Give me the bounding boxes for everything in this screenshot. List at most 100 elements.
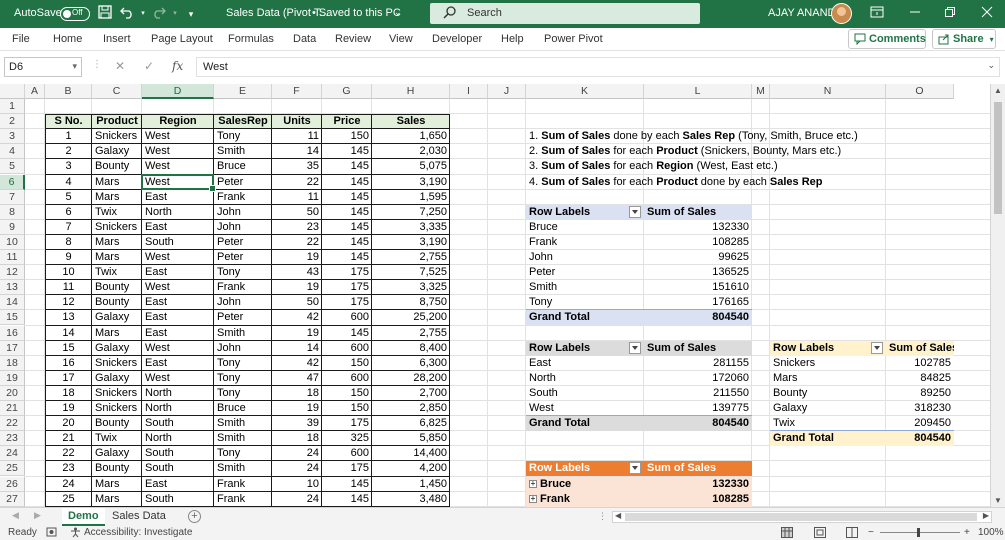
pivot-row-value[interactable]: 132330 — [644, 220, 752, 235]
table-cell[interactable]: 145 — [322, 159, 372, 174]
column-header-d[interactable]: D — [142, 84, 214, 99]
row-header-15[interactable]: 15 — [0, 310, 25, 326]
table-cell[interactable]: 21 — [45, 431, 92, 446]
table-header[interactable]: Sales — [372, 114, 450, 130]
user-name[interactable]: AJAY ANAND — [768, 7, 835, 19]
table-cell[interactable]: Tony — [214, 265, 272, 280]
pivot-row-label[interactable]: Frank — [526, 235, 644, 250]
row-header-6[interactable]: 6 — [0, 174, 25, 190]
table-cell[interactable]: 11 — [272, 129, 322, 144]
pivot-header-value[interactable]: Sum of Sales — [886, 340, 954, 356]
table-cell[interactable]: Smith — [214, 416, 272, 431]
table-cell[interactable]: Bounty — [92, 416, 142, 431]
table-header[interactable]: Region — [142, 114, 214, 130]
table-cell[interactable]: North — [142, 205, 214, 220]
table-cell[interactable]: Smith — [214, 326, 272, 341]
pivot-grand-total-value[interactable]: 804540 — [886, 431, 954, 447]
table-cell[interactable]: Mars — [92, 175, 142, 190]
row-header-17[interactable]: 17 — [0, 340, 25, 356]
table-cell[interactable]: 18 — [272, 431, 322, 446]
pivot-row-label[interactable]: John — [526, 250, 644, 265]
row-header-20[interactable]: 20 — [0, 385, 25, 401]
table-cell[interactable]: Tony — [214, 371, 272, 386]
table-cell[interactable]: Frank — [214, 280, 272, 295]
pivot-grand-total-value[interactable]: 804540 — [644, 310, 752, 326]
table-cell[interactable]: 28,200 — [372, 371, 450, 386]
table-cell[interactable]: Bruce — [214, 159, 272, 174]
row-header-21[interactable]: 21 — [0, 401, 25, 417]
table-cell[interactable]: Peter — [214, 175, 272, 190]
enter-icon[interactable]: ✓ — [144, 59, 154, 73]
table-cell[interactable]: 150 — [322, 401, 372, 416]
table-cell[interactable]: 175 — [322, 416, 372, 431]
table-cell[interactable]: North — [142, 431, 214, 446]
table-cell[interactable]: East — [142, 310, 214, 325]
ribbon-display-options-icon[interactable] — [868, 5, 886, 23]
pivot-header-value[interactable]: Sum of Sales — [644, 204, 752, 220]
table-cell[interactable]: 145 — [322, 175, 372, 190]
scroll-down-icon[interactable]: ▼ — [993, 496, 1003, 505]
tab-insert[interactable]: Insert — [103, 33, 131, 45]
table-cell[interactable]: 20 — [45, 416, 92, 431]
table-cell[interactable]: 16 — [45, 356, 92, 371]
table-cell[interactable]: 15 — [45, 341, 92, 356]
table-cell[interactable]: 23 — [272, 220, 322, 235]
tab-formulas[interactable]: Formulas — [228, 33, 274, 45]
table-cell[interactable]: 3,480 — [372, 492, 450, 507]
table-cell[interactable]: 25 — [45, 492, 92, 507]
restore-icon[interactable] — [941, 5, 959, 23]
table-cell[interactable]: 24 — [45, 477, 92, 492]
formula-input[interactable]: West ⌄ — [196, 57, 1000, 77]
next-sheet-icon[interactable]: ▶ — [34, 510, 41, 521]
table-cell[interactable]: Mars — [92, 326, 142, 341]
table-cell[interactable]: 42 — [272, 356, 322, 371]
filter-dropdown-icon[interactable] — [629, 205, 641, 218]
row-header-27[interactable]: 27 — [0, 491, 25, 507]
table-cell[interactable]: 19 — [272, 326, 322, 341]
pivot-row-value[interactable]: 172060 — [644, 371, 752, 386]
table-cell[interactable]: John — [214, 295, 272, 310]
tab-review[interactable]: Review — [335, 33, 371, 45]
filter-dropdown-icon[interactable] — [871, 341, 883, 354]
save-icon[interactable] — [96, 5, 114, 23]
table-cell[interactable]: 14 — [45, 326, 92, 341]
table-cell[interactable]: 39 — [272, 416, 322, 431]
tab-help[interactable]: Help — [501, 33, 524, 45]
tab-developer[interactable]: Developer — [432, 33, 482, 45]
pivot-row-value[interactable]: 139775 — [644, 401, 752, 416]
table-cell[interactable]: 24 — [272, 461, 322, 476]
pivot-row-label[interactable]: Bruce + — [526, 476, 644, 492]
pivot-row-label[interactable]: Tony — [526, 295, 644, 310]
table-cell[interactable]: Tony — [214, 129, 272, 144]
avatar[interactable] — [831, 3, 852, 24]
previous-sheet-icon[interactable]: ◀ — [12, 510, 19, 521]
tab-power-pivot[interactable]: Power Pivot — [544, 33, 603, 45]
zoom-slider[interactable] — [880, 532, 960, 533]
table-cell[interactable]: West — [142, 371, 214, 386]
table-cell[interactable]: 23 — [45, 461, 92, 476]
table-cell[interactable]: Smith — [214, 431, 272, 446]
table-cell[interactable]: 8,750 — [372, 295, 450, 310]
pivot-row-value[interactable]: 151610 — [644, 280, 752, 295]
table-cell[interactable]: West — [142, 250, 214, 265]
accessibility-icon[interactable] — [70, 527, 81, 540]
table-cell[interactable]: 14 — [272, 144, 322, 159]
filter-dropdown-icon[interactable] — [629, 462, 641, 475]
table-cell[interactable]: 7,525 — [372, 265, 450, 280]
row-header-5[interactable]: 5 — [0, 159, 25, 175]
pivot-grand-total-value[interactable]: 804540 — [644, 416, 752, 432]
table-cell[interactable]: Mars — [92, 492, 142, 507]
pivot-row-label[interactable]: Galaxy — [770, 401, 886, 416]
table-cell[interactable]: Smith — [214, 461, 272, 476]
table-cell[interactable]: 19 — [272, 250, 322, 265]
table-cell[interactable]: Frank — [214, 190, 272, 205]
accessibility-status[interactable]: Accessibility: Investigate — [84, 527, 192, 538]
table-cell[interactable]: 24 — [272, 446, 322, 461]
table-cell[interactable]: 600 — [322, 446, 372, 461]
table-cell[interactable]: 145 — [322, 235, 372, 250]
pivot-header-label[interactable]: Row Labels — [770, 340, 886, 356]
column-header-k[interactable]: K — [526, 84, 644, 99]
table-header[interactable]: SalesRep — [214, 114, 272, 130]
table-cell[interactable]: West — [142, 159, 214, 174]
expand-formula-icon[interactable]: ⌄ — [987, 60, 995, 71]
